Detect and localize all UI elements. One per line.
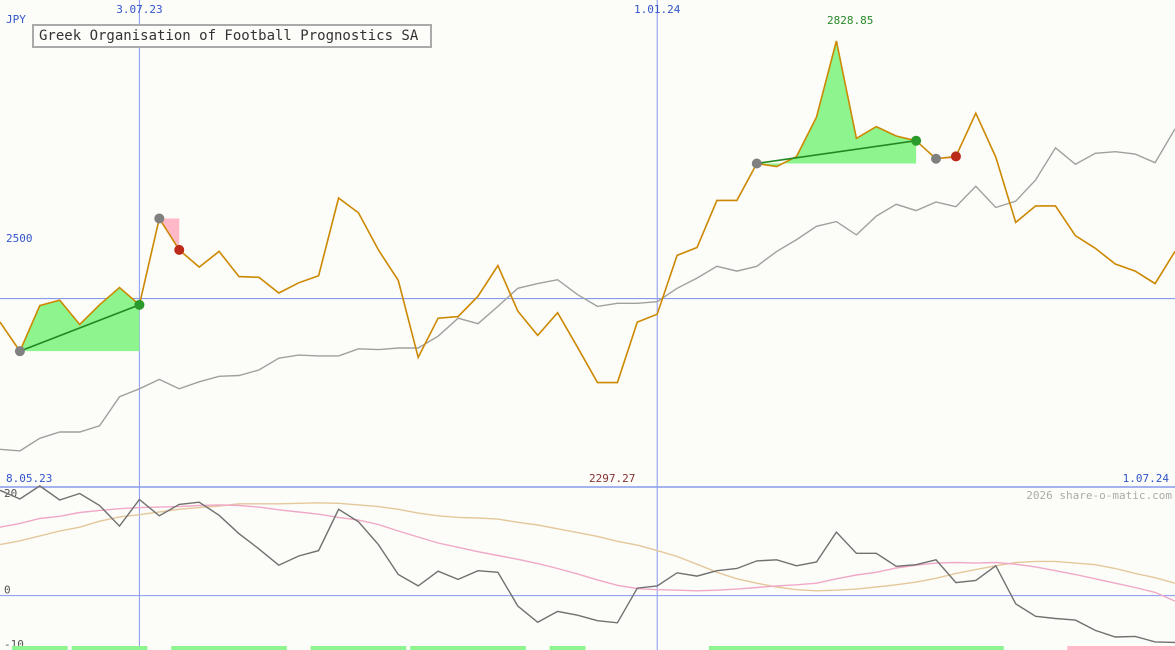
chart-title: Greek Organisation of Football Prognosti… [32,24,433,48]
oscillator-line-2 [0,504,1175,602]
watermark: 2026 share-o-matic.com [1026,489,1172,502]
buy-exit-marker-0 [134,299,145,310]
sell-exit-marker-3 [950,151,961,162]
date-label-0: 3.07.23 [116,3,162,16]
currency-label: JPY [6,13,26,26]
min-value-label: 2297.27 [589,472,636,485]
sell-exit-marker-1 [174,244,185,255]
reference-label: 2500 [6,232,33,245]
sell-entry-marker-3 [931,153,942,164]
chart-container: 3.07.23 1.01.24 20 0 -10 JPY 2500 2828.85 22… [0,0,1175,650]
signal-strip-1 [71,646,148,650]
price-line [0,40,1175,384]
max-value-label: 2828.85 [827,14,874,27]
signal-strip-0 [11,646,68,650]
sell-entry-marker-1 [154,213,165,224]
signal-strip-7 [1067,646,1175,650]
signal-strip-5 [549,646,586,650]
buy-exit-marker-2 [911,135,922,146]
signal-strip-2 [171,646,287,650]
buy-entry-marker-2 [751,158,762,169]
signal-strip-4 [410,646,526,650]
buy-signal-area-0 [19,287,140,352]
signal-strip-6 [708,646,1004,650]
oscillator-tick-label-1: 0 [4,584,11,597]
benchmark-line [0,128,1175,452]
signal-strip-3 [310,646,407,650]
price-chart: 3.07.23 1.01.24200-10 [0,0,1175,650]
start-date-label: 8.05.23 [6,472,53,485]
end-date-label: 1.07.24 [1122,472,1169,485]
buy-entry-marker-0 [14,346,25,357]
buy-signal-area-2 [756,40,917,167]
date-label-1: 1.01.24 [634,3,681,16]
